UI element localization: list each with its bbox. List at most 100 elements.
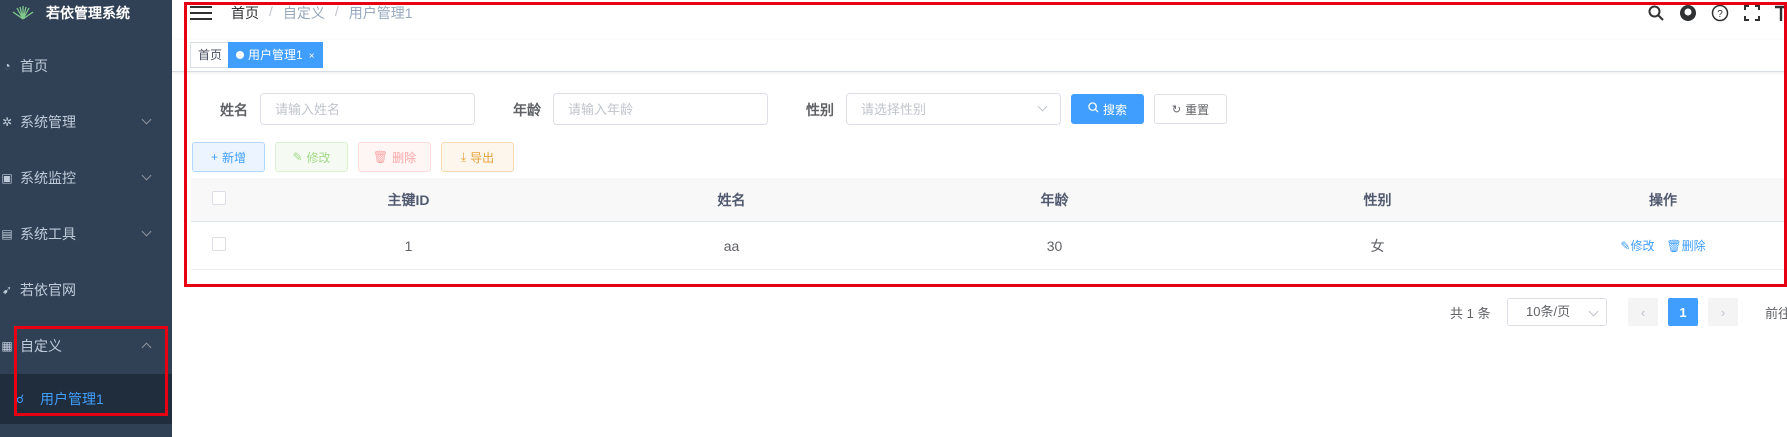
sidebar-item-label: 自定义 — [20, 338, 62, 354]
name-label: 姓名 — [220, 102, 248, 118]
breadcrumb: 首页 / 自定义 / 用户管理1 — [231, 3, 413, 23]
add-button[interactable]: + 新增 — [192, 142, 265, 172]
table-row: 1 aa 30 女 ✎修改 🗑删除 — [191, 222, 1787, 270]
search-icon — [1088, 102, 1099, 116]
sidebar: 若依管理系统 ◔ 首页 ✲ 系统管理 ▣ 系统监控 ▤ 系统工具 ➹ 若依官网 … — [0, 0, 172, 437]
logo[interactable]: 若依管理系统 — [0, 0, 172, 26]
sidebar-item-label: 系统管理 — [20, 114, 76, 130]
column-header: 姓名 — [717, 191, 746, 208]
table-cell-name: aa — [723, 237, 740, 254]
logo-icon — [8, 6, 38, 20]
table-icon: ▦ — [1, 339, 13, 353]
github-icon[interactable] — [1679, 4, 1697, 22]
trash-icon: 🗑 — [1666, 239, 1682, 253]
sidebar-item-label: 系统监控 — [20, 170, 76, 186]
search-button-label: 搜索 — [1102, 102, 1127, 117]
row-edit-label: 修改 — [1630, 239, 1655, 253]
fullscreen-icon[interactable] — [1743, 4, 1761, 22]
pagination-goto-label: 前往 — [1765, 306, 1787, 321]
chevron-down-icon — [141, 114, 152, 125]
sidebar-item-label: 首页 — [20, 58, 48, 74]
page-size-value: 10条/页 — [1526, 304, 1571, 319]
svg-text:?: ? — [1717, 9, 1723, 20]
page-number-button[interactable]: 1 — [1668, 298, 1698, 326]
pagination-total: 共 1 条 — [1450, 306, 1491, 321]
age-label: 年龄 — [513, 102, 541, 118]
search-button[interactable]: 搜索 — [1071, 94, 1144, 124]
gender-label: 性别 — [806, 102, 834, 118]
sidebar-item-monitor[interactable]: ▣ 系统监控 — [0, 150, 172, 206]
sidebar-item-custom[interactable]: ▦ 自定义 — [0, 318, 172, 374]
dashboard-icon: ◔ — [3, 59, 11, 73]
row-edit-button[interactable]: ✎修改 — [1620, 239, 1654, 253]
page-size-select[interactable]: 10条/页 — [1507, 298, 1607, 326]
table-header: 主键ID 姓名 年龄 性别 操作 — [191, 178, 1787, 222]
prev-page-button[interactable]: ‹ — [1628, 298, 1658, 326]
column-header: 年龄 — [1040, 191, 1069, 208]
sidebar-item-label: 若依官网 — [20, 282, 76, 298]
breadcrumb-item[interactable]: 首页 — [231, 3, 259, 23]
breadcrumb-separator: / — [269, 3, 273, 19]
breadcrumb-item: 自定义 — [282, 5, 325, 21]
column-header: 操作 — [1649, 191, 1677, 208]
column-header: 性别 — [1363, 191, 1392, 208]
sidebar-item-tool[interactable]: ▤ 系统工具 — [0, 206, 172, 262]
refresh-icon: ↻ — [1171, 103, 1182, 116]
user-icon: ☌ — [16, 392, 25, 406]
select-all-checkbox[interactable] — [212, 191, 226, 205]
breadcrumb-separator: / — [334, 3, 339, 19]
download-icon: ⤓ — [460, 149, 467, 164]
table-cell-gender: 女 — [1370, 237, 1385, 254]
row-delete-button[interactable]: 🗑删除 — [1666, 239, 1705, 253]
tag-user-manage[interactable]: 用户管理1 × — [228, 42, 323, 68]
next-page-button[interactable]: › — [1708, 298, 1738, 326]
sidebar-subitem-user-manage[interactable]: ☌ 用户管理1 — [0, 374, 172, 424]
row-checkbox-cell — [191, 237, 247, 254]
plus-icon: + — [210, 150, 218, 164]
add-button-label: 新增 — [222, 150, 247, 165]
hamburger-icon[interactable] — [190, 6, 212, 20]
navbar-right-menu: ? — [1647, 4, 1787, 22]
chevron-down-icon — [141, 226, 152, 237]
edit-button[interactable]: ✎ 修改 — [275, 142, 348, 172]
reset-button-label: 重置 — [1185, 102, 1210, 117]
app-title: 若依管理系统 — [46, 5, 130, 21]
sidebar-item-label: 系统工具 — [20, 226, 76, 242]
chevron-down-icon — [1588, 306, 1599, 317]
sidebar-item-system[interactable]: ✲ 系统管理 — [0, 94, 172, 150]
delete-button[interactable]: 🗑 删除 — [358, 142, 431, 172]
row-checkbox[interactable] — [212, 237, 226, 251]
close-icon[interactable]: × — [309, 51, 315, 62]
export-button-label: 导出 — [470, 150, 495, 165]
data-table: 主键ID 姓名 年龄 性别 操作 1 aa 30 女 ✎修改 🗑删除 — [191, 178, 1787, 270]
table-cell-age: 30 — [1046, 237, 1063, 254]
sidebar-subitem-label: 用户管理1 — [40, 391, 104, 407]
table-cell-id: 1 — [404, 237, 413, 254]
edit-button-label: 修改 — [306, 150, 331, 165]
sidebar-item-home[interactable]: ◔ 首页 — [0, 38, 172, 94]
tool-icon: ▤ — [1, 227, 13, 241]
row-delete-label: 删除 — [1681, 239, 1706, 253]
header-checkbox-cell — [191, 191, 247, 208]
question-icon[interactable]: ? — [1711, 4, 1729, 22]
trash-icon: 🗑 — [372, 150, 389, 164]
guide-icon: ➹ — [1, 283, 13, 297]
export-button[interactable]: ⤓ 导出 — [441, 142, 514, 172]
age-input[interactable] — [553, 93, 768, 125]
gender-select[interactable] — [846, 93, 1061, 125]
navbar: 首页 / 自定义 / 用户管理1 ? — [172, 0, 1787, 26]
reset-button[interactable]: ↻ 重置 — [1154, 94, 1227, 124]
delete-button-label: 删除 — [392, 150, 417, 165]
gear-icon: ✲ — [1, 115, 13, 129]
column-header: 主键ID — [387, 191, 430, 208]
chevron-down-icon — [141, 170, 152, 181]
monitor-icon: ▣ — [1, 171, 13, 185]
chevron-up-icon — [141, 342, 152, 353]
sidebar-item-website[interactable]: ➹ 若依官网 — [0, 262, 172, 318]
name-input[interactable] — [260, 93, 475, 125]
active-dot-icon — [236, 51, 244, 59]
table-cell-actions: ✎修改 🗑删除 — [1539, 237, 1787, 254]
font-size-icon[interactable] — [1775, 4, 1787, 22]
search-icon[interactable] — [1647, 4, 1665, 22]
tag-home[interactable]: 首页 — [190, 42, 231, 68]
